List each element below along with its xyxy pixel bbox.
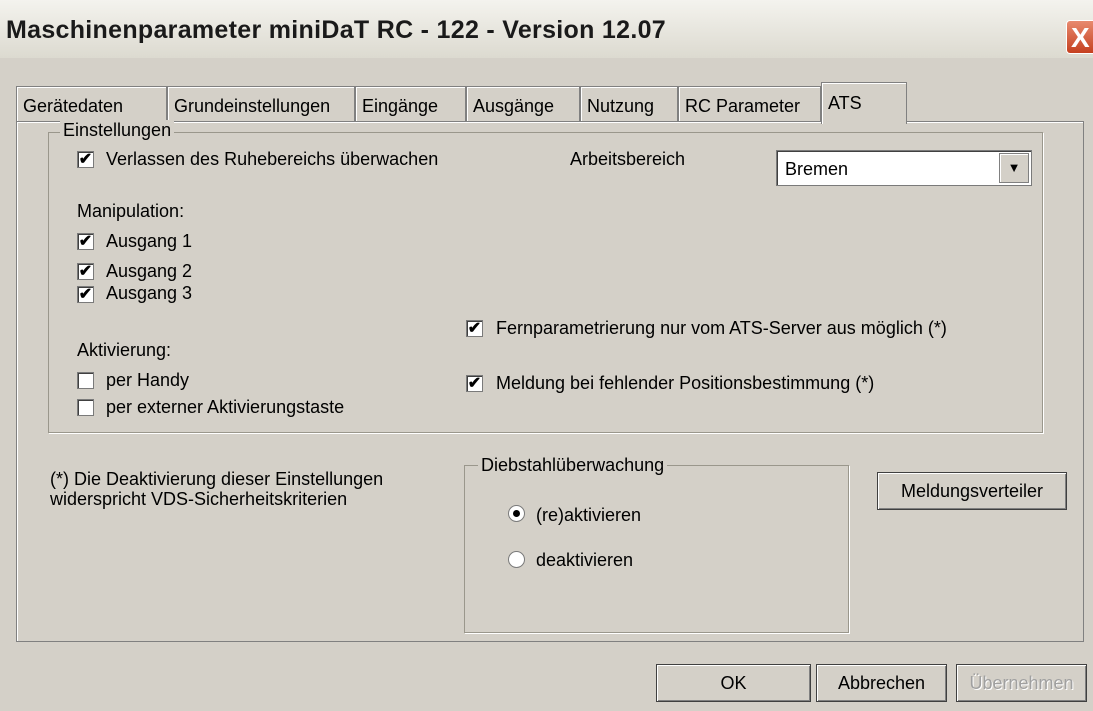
deactivate-label[interactable]: deaktivieren	[536, 550, 633, 571]
output-3-checkbox[interactable]: ✔	[77, 286, 94, 303]
dialog-window: Maschinenparameter miniDaT RC - 122 - Ve…	[0, 0, 1093, 711]
close-button[interactable]: X	[1066, 20, 1093, 54]
activation-label: Aktivierung:	[77, 340, 172, 360]
tab-geraetedaten[interactable]: Gerätedaten	[16, 86, 167, 122]
note-line-1: (*) Die Deaktivierung dieser Einstellung…	[50, 469, 384, 489]
check-icon: ✔	[78, 263, 93, 280]
output-1-label[interactable]: Ausgang 1	[106, 231, 192, 252]
reactivate-radio[interactable]	[508, 505, 525, 522]
remote-param-checkbox[interactable]: ✔	[466, 320, 483, 337]
cancel-button[interactable]: Abbrechen	[816, 664, 947, 702]
reactivate-label[interactable]: (re)aktivieren	[536, 505, 641, 526]
tab-nutzung[interactable]: Nutzung	[580, 86, 678, 122]
tab-ausgaenge[interactable]: Ausgänge	[466, 86, 580, 122]
monitor-rest-area-label[interactable]: Verlassen des Ruhebereichs überwachen	[106, 149, 438, 170]
output-1-checkbox[interactable]: ✔	[77, 233, 94, 250]
note-line-2: widerspricht VDS-Sicherheitskriterien	[50, 489, 348, 509]
output-2-label[interactable]: Ausgang 2	[106, 261, 192, 282]
work-area-label: Arbeitsbereich	[570, 149, 686, 169]
theft-monitoring-label: Diebstahlüberwachung	[478, 455, 668, 476]
output-2-checkbox[interactable]: ✔	[77, 263, 94, 280]
theft-monitoring-group	[464, 465, 849, 633]
settings-group-label: Einstellungen	[60, 120, 175, 141]
tab-grundeinstellungen[interactable]: Grundeinstellungen	[167, 86, 355, 122]
window-title: Maschinenparameter miniDaT RC - 122 - Ve…	[6, 16, 666, 44]
close-icon: X	[1071, 22, 1090, 53]
remote-param-label[interactable]: Fernparametrierung nur vom ATS-Server au…	[496, 318, 947, 339]
apply-button: Übernehmen	[956, 664, 1087, 702]
output-3-label[interactable]: Ausgang 3	[106, 283, 192, 304]
per-handy-label[interactable]: per Handy	[106, 370, 189, 391]
external-key-checkbox[interactable]	[77, 399, 94, 416]
check-icon: ✔	[78, 233, 93, 250]
check-icon: ✔	[467, 320, 482, 337]
ok-button[interactable]: OK	[656, 664, 811, 702]
tab-eingaenge[interactable]: Eingänge	[355, 86, 466, 122]
tab-rc-parameter[interactable]: RC Parameter	[678, 86, 821, 122]
check-icon: ✔	[78, 286, 93, 303]
radio-dot	[513, 510, 520, 517]
title-bar: Maschinenparameter miniDaT RC - 122 - Ve…	[0, 0, 1093, 59]
external-key-label[interactable]: per externer Aktivierungstaste	[106, 397, 344, 418]
tab-ats[interactable]: ATS	[821, 82, 907, 124]
missing-position-label[interactable]: Meldung bei fehlender Positionsbestimmun…	[496, 373, 874, 394]
monitor-rest-area-checkbox[interactable]: ✔	[77, 151, 94, 168]
work-area-select[interactable]: Bremen ▼	[776, 150, 1032, 186]
per-handy-checkbox[interactable]	[77, 372, 94, 389]
chevron-down-icon[interactable]: ▼	[999, 153, 1029, 183]
missing-position-checkbox[interactable]: ✔	[466, 375, 483, 392]
distributor-button[interactable]: Meldungsverteiler	[877, 472, 1067, 510]
work-area-value: Bremen	[785, 159, 849, 179]
manipulation-label: Manipulation:	[77, 201, 185, 221]
deactivate-radio[interactable]	[508, 551, 525, 568]
check-icon: ✔	[78, 151, 93, 168]
check-icon: ✔	[467, 375, 482, 392]
